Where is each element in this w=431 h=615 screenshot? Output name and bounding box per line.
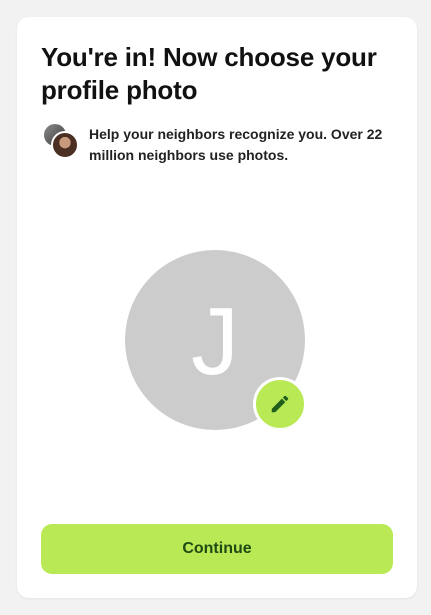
pencil-icon: [271, 395, 289, 413]
continue-button[interactable]: Continue: [41, 524, 393, 574]
page-title: You're in! Now choose your profile photo: [41, 42, 377, 105]
profile-initial: J: [191, 288, 239, 395]
neighbor-avatar: [51, 131, 79, 159]
subtitle-text: Help your neighbors recognize you. Over …: [89, 126, 383, 163]
profile-photo-card: You're in! Now choose your profile photo…: [17, 17, 417, 598]
edit-photo-button[interactable]: [253, 377, 307, 431]
neighbor-avatars: [42, 122, 82, 162]
